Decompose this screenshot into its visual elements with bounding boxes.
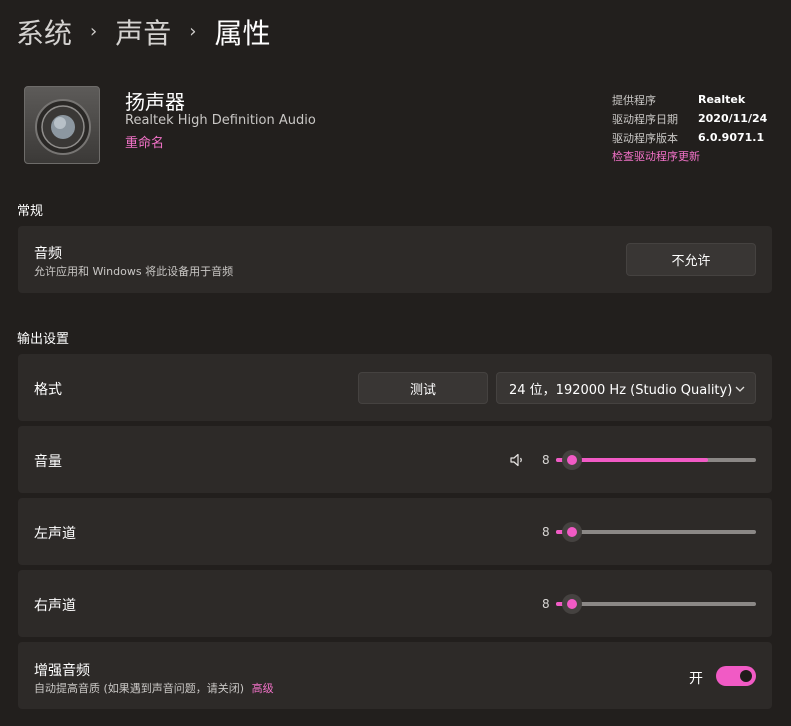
device-name: 扬声器 (125, 90, 185, 114)
section-title-output: 输出设置 (17, 332, 70, 347)
breadcrumb-sound[interactable]: 声音 (115, 12, 171, 52)
driver-date-label: 驱动程序日期 (612, 112, 678, 126)
volume-slider[interactable] (556, 450, 756, 470)
right-channel-label: 右声道 (34, 598, 76, 614)
chevron-right-icon: › (90, 20, 98, 42)
audio-title: 音频 (34, 246, 62, 262)
left-channel-slider-thumb[interactable] (562, 522, 582, 542)
enhance-audio-subtitle: 自动提高音质 (如果遇到声音问题，请关闭) 高级 (34, 680, 274, 696)
chevron-down-icon (735, 386, 745, 392)
right-channel-slider-thumb[interactable] (562, 594, 582, 614)
chevron-right-icon: › (189, 20, 197, 42)
page-title: 属性 (214, 17, 271, 50)
driver-provider-label: 提供程序 (612, 93, 656, 107)
driver-provider-value: Realtek (698, 93, 746, 106)
speaker-icon (24, 86, 100, 164)
format-select[interactable]: 24 位，192000 Hz (Studio Quality) (496, 372, 756, 404)
device-description: Realtek High Definition Audio (125, 113, 316, 128)
format-card: 格式 测试 24 位，192000 Hz (Studio Quality) (18, 354, 772, 421)
section-title-general: 常规 (17, 204, 44, 219)
enhance-audio-description: 自动提高音质 (如果遇到声音问题，请关闭) (34, 682, 245, 695)
left-channel-label: 左声道 (34, 526, 76, 542)
volume-value: 8 (542, 453, 550, 467)
driver-date-value: 2020/11/24 (698, 112, 768, 125)
left-channel-card: 左声道 8 (18, 498, 772, 565)
volume-slider-thumb[interactable] (562, 450, 582, 470)
enhance-audio-toggle[interactable] (716, 666, 756, 686)
left-channel-value: 8 (542, 525, 550, 539)
advanced-link[interactable]: 高级 (252, 682, 274, 695)
audio-card: 音频 允许应用和 Windows 将此设备用于音频 不允许 (18, 226, 772, 293)
breadcrumb: 系统 › 声音 › 属性 (16, 12, 270, 52)
volume-card: 音量 8 (18, 426, 772, 493)
driver-version-label: 驱动程序版本 (612, 131, 678, 145)
left-channel-slider-track (556, 530, 756, 534)
check-driver-update-link[interactable]: 检查驱动程序更新 (612, 148, 700, 164)
driver-version-value: 6.0.9071.1 (698, 131, 765, 144)
enhance-audio-state: 开 (689, 671, 703, 687)
enhance-audio-card: 增强音频 自动提高音质 (如果遇到声音问题，请关闭) 高级 开 (18, 642, 772, 709)
left-channel-slider[interactable] (556, 522, 756, 542)
right-channel-value: 8 (542, 597, 550, 611)
volume-icon[interactable] (509, 452, 525, 468)
driver-info: 提供程序 Realtek 驱动程序日期 2020/11/24 驱动程序版本 6.0.9… (612, 90, 767, 147)
toggle-knob (740, 670, 752, 682)
breadcrumb-system[interactable]: 系统 (16, 12, 72, 52)
format-label: 格式 (34, 382, 62, 398)
right-channel-slider-track (556, 602, 756, 606)
rename-link[interactable]: 重命名 (125, 132, 164, 151)
right-channel-slider[interactable] (556, 594, 756, 614)
enhance-audio-title: 增强音频 (34, 663, 90, 679)
test-button[interactable]: 测试 (358, 372, 488, 404)
volume-label: 音量 (34, 454, 62, 470)
format-select-value: 24 位，192000 Hz (Studio Quality) (509, 382, 733, 398)
right-channel-card: 右声道 8 (18, 570, 772, 637)
audio-subtitle: 允许应用和 Windows 将此设备用于音频 (34, 265, 234, 278)
disallow-button[interactable]: 不允许 (626, 243, 756, 276)
